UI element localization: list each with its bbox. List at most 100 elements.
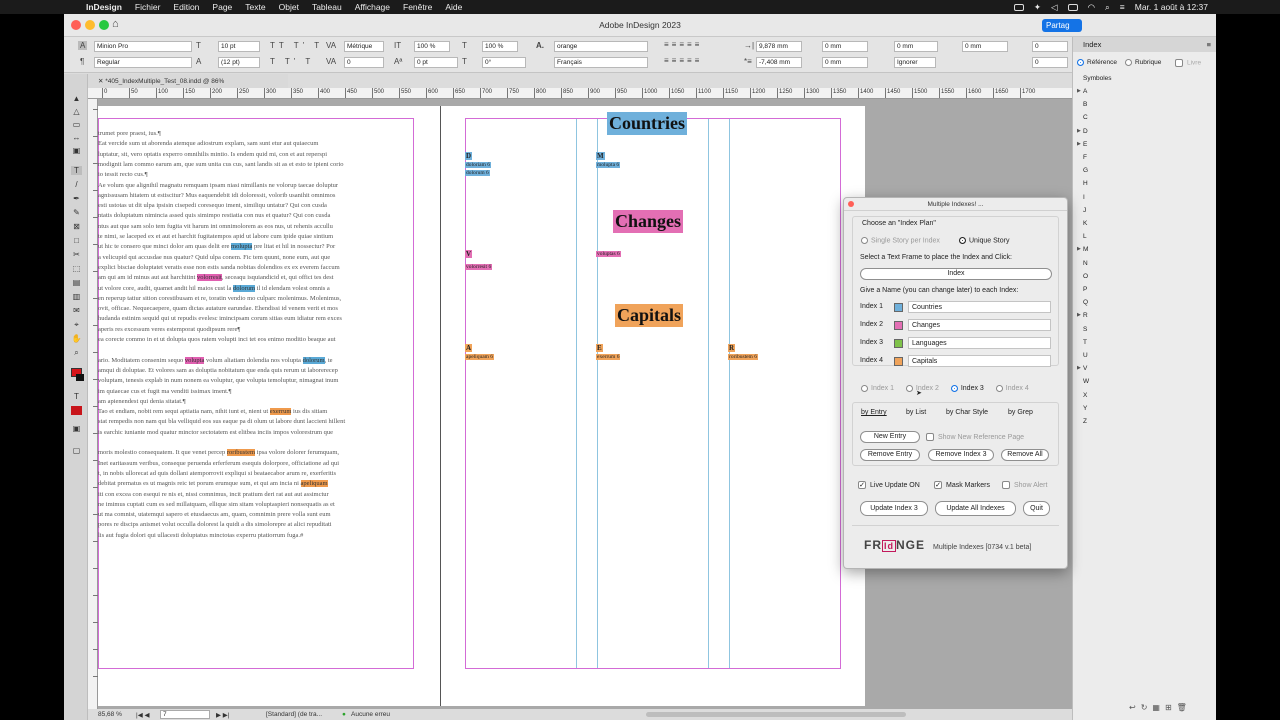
note-tool-icon[interactable]: ✉: [71, 306, 82, 315]
reference-radio[interactable]: Référence: [1077, 59, 1117, 66]
index-marker-highlight[interactable]: roribustem: [226, 449, 256, 457]
space-before-field[interactable]: 0 mm: [822, 41, 868, 52]
index-entry[interactable]: apeliquam 6: [465, 354, 495, 360]
index-letter-item[interactable]: K: [1083, 220, 1087, 227]
index-letter-item[interactable]: G: [1083, 167, 1088, 174]
battery-icon[interactable]: [1067, 3, 1078, 11]
menu-edition[interactable]: Edition: [173, 2, 199, 12]
search-icon[interactable]: ⌕: [1105, 2, 1110, 13]
formatting-affects-icon[interactable]: T: [71, 392, 82, 401]
index-entry[interactable]: dolorum 6: [465, 170, 490, 176]
topic-radio[interactable]: Rubrique: [1125, 59, 1161, 66]
drop-cap-lines-field[interactable]: 0 mm: [894, 41, 938, 52]
expand-arrow-icon[interactable]: ▶: [1077, 365, 1081, 371]
symbols-entry[interactable]: Symboles: [1083, 75, 1112, 82]
caps-buttons[interactable]: TT T' T: [270, 41, 323, 50]
right-page[interactable]: Countries Ddoloriam 6 dolorum 6 Mmolupta 6 C…: [441, 106, 865, 706]
index-letter-item[interactable]: C: [1083, 114, 1088, 121]
remove-all-button[interactable]: Remove All: [1001, 449, 1049, 461]
content-collector-icon[interactable]: ▣: [71, 146, 82, 155]
index-letter-item[interactable]: X: [1083, 392, 1087, 399]
index-letter-item[interactable]: F: [1083, 154, 1087, 161]
index-letter-heading[interactable]: A: [465, 344, 473, 352]
new-entry-button[interactable]: New Entry: [860, 431, 920, 443]
underline-buttons[interactable]: T T' T: [270, 57, 314, 66]
leading-field[interactable]: (12 pt): [218, 57, 260, 68]
scissors-tool-icon[interactable]: ✂: [71, 250, 82, 259]
index-entry[interactable]: roribustem 6: [728, 354, 758, 360]
index-color-swatch[interactable]: [894, 339, 903, 348]
show-new-ref-checkbox[interactable]: Show New Reference Page: [926, 433, 1024, 441]
index-letter-item[interactable]: B: [1083, 101, 1087, 108]
index-letter-item[interactable]: L: [1083, 233, 1087, 240]
tab-by-grep[interactable]: by Grep: [1008, 409, 1033, 416]
index-letter-item[interactable]: H: [1083, 180, 1088, 187]
index-letter-heading[interactable]: D: [465, 152, 473, 160]
index-name-field[interactable]: Countries: [908, 301, 1051, 313]
index-letter-item[interactable]: S: [1083, 326, 1087, 333]
index-name-field[interactable]: Changes: [908, 319, 1051, 331]
menu-texte[interactable]: Texte: [245, 2, 265, 12]
view-mode-icon[interactable]: ▣: [71, 424, 82, 433]
show-alert-checkbox[interactable]: Show Alert: [1002, 481, 1047, 489]
remove-index-button[interactable]: Remove Index 3: [928, 449, 994, 461]
clock[interactable]: Mar. 1 août à 12:37: [1135, 2, 1208, 12]
eyedropper-tool-icon[interactable]: ⌖: [71, 320, 82, 329]
rectangle-tool-icon[interactable]: □: [71, 236, 82, 245]
index-color-swatch[interactable]: [894, 303, 903, 312]
justify-buttons[interactable]: ≡≡≡≡≡: [664, 56, 702, 65]
index-letter-item[interactable]: ▶ A: [1077, 88, 1087, 95]
apply-color-icon[interactable]: [71, 406, 82, 415]
index-letter-heading[interactable]: R: [728, 344, 736, 352]
menu-fichier[interactable]: Fichier: [135, 2, 161, 12]
index-letter-item[interactable]: P: [1083, 286, 1087, 293]
live-update-checkbox[interactable]: ✓ Live Update ON: [858, 481, 920, 489]
pen-tool-icon[interactable]: ✒: [71, 194, 82, 203]
wifi-icon[interactable]: ◠: [1088, 2, 1095, 13]
menu-app[interactable]: InDesign: [86, 2, 122, 12]
index-marker-highlight[interactable]: volupta: [184, 356, 205, 364]
swatch-field[interactable]: orange: [554, 41, 648, 52]
index-letter-item[interactable]: T: [1083, 339, 1087, 346]
screen-mode-icon[interactable]: ▢: [71, 446, 82, 455]
index-entry[interactable]: volorresit 6: [465, 264, 493, 270]
share-button[interactable]: Partag: [1042, 19, 1082, 32]
index-letter-item[interactable]: O: [1083, 273, 1088, 280]
index-4-radio[interactable]: Index 4: [995, 385, 1029, 392]
gradient-feather-icon[interactable]: ▥: [71, 292, 82, 301]
index-1-radio[interactable]: Index 1: [861, 385, 894, 392]
menu-fenetre[interactable]: Fenêtre: [403, 2, 432, 12]
vertical-ruler[interactable]: [88, 99, 98, 709]
gap-tool-icon[interactable]: ↔: [71, 133, 82, 142]
selection-tool-icon[interactable]: ▲: [71, 94, 82, 103]
update-index-button[interactable]: Update Index 3: [860, 501, 928, 516]
index-letter-item[interactable]: ▶ R: [1077, 312, 1088, 319]
align-buttons[interactable]: ≡≡≡≡≡: [664, 40, 702, 49]
dialog-title-bar[interactable]: Multiple Indexes! ...: [844, 198, 1067, 211]
index-frame[interactable]: Countries Ddoloriam 6 dolorum 6 Mmolupta 6 C…: [465, 112, 841, 669]
line-tool-icon[interactable]: /: [71, 180, 82, 189]
single-story-radio[interactable]: Single Story per Index: [861, 237, 940, 244]
menu-aide[interactable]: Aide: [445, 2, 462, 12]
font-style-field[interactable]: Regular: [94, 57, 192, 68]
index-letter-item[interactable]: Y: [1083, 405, 1087, 412]
index-letter-item[interactable]: Q: [1083, 299, 1088, 306]
menu-tableau[interactable]: Tableau: [312, 2, 342, 12]
tab-by-char-style[interactable]: by Char Style: [946, 409, 988, 416]
volume-icon[interactable]: ◁: [1051, 2, 1058, 13]
rectangle-frame-tool-icon[interactable]: ⊠: [71, 222, 82, 231]
digits-a-field[interactable]: 0: [1032, 41, 1068, 52]
skew-field[interactable]: 0°: [482, 57, 526, 68]
control-center-icon[interactable]: ≡: [1120, 2, 1125, 12]
horizontal-scrollbar[interactable]: [646, 712, 906, 717]
gradient-tool-icon[interactable]: ▤: [71, 278, 82, 287]
index-letter-item[interactable]: ▶ D: [1077, 128, 1088, 135]
index-letter-item[interactable]: Z: [1083, 418, 1087, 425]
direct-selection-tool-icon[interactable]: △: [71, 107, 82, 116]
index-section-heading[interactable]: Changes: [613, 210, 684, 233]
index-letter-heading[interactable]: E: [596, 344, 603, 352]
body-text-frame[interactable]: trumet pore praest, ius.¶ Eat vercide sum…: [98, 130, 414, 550]
font-family-field[interactable]: Minion Pro: [94, 41, 192, 52]
index-button[interactable]: Index: [860, 268, 1052, 280]
expand-arrow-icon[interactable]: ▶: [1077, 312, 1081, 318]
